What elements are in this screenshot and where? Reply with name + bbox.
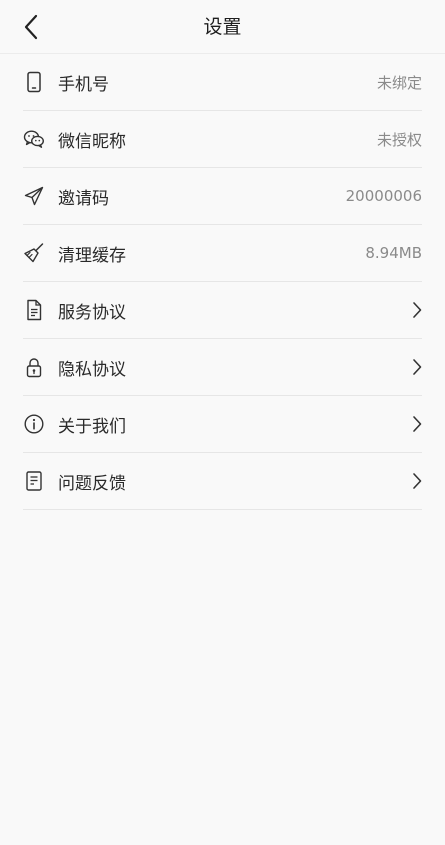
settings-item-about-us[interactable]: 关于我们 — [23, 396, 422, 453]
broom-icon — [23, 242, 45, 264]
phone-value: 未绑定 — [376, 73, 422, 92]
settings-item-clear-cache[interactable]: 清理缓存 8.94MB — [23, 225, 422, 282]
settings-item-wechat[interactable]: 微信昵称 未授权 — [23, 111, 422, 168]
chevron-right-icon — [406, 300, 422, 320]
settings-item-label: 邀请码 — [58, 188, 109, 209]
chevron-right-icon — [406, 471, 422, 491]
wechat-value: 未授权 — [376, 130, 422, 149]
back-button[interactable] — [14, 8, 48, 46]
settings-item-label: 手机号 — [58, 74, 109, 95]
settings-item-label: 问题反馈 — [58, 473, 126, 494]
settings-item-phone[interactable]: 手机号 未绑定 — [23, 54, 422, 111]
settings-item-service-agreement[interactable]: 服务协议 — [23, 282, 422, 339]
settings-item-feedback[interactable]: 问题反馈 — [23, 453, 422, 510]
chevron-right-icon — [406, 357, 422, 377]
settings-item-label: 清理缓存 — [58, 245, 126, 266]
settings-item-invite-code[interactable]: 邀请码 20000006 — [23, 168, 422, 225]
paper-plane-icon — [23, 185, 45, 207]
feedback-icon — [23, 470, 45, 492]
settings-item-label: 服务协议 — [58, 302, 126, 323]
nav-bar: 设置 — [0, 0, 445, 54]
back-arrow-icon — [23, 14, 39, 40]
cache-size-value: 8.94MB — [365, 244, 422, 262]
invite-code-value: 20000006 — [345, 187, 422, 205]
settings-item-label: 微信昵称 — [58, 131, 126, 152]
settings-list: 手机号 未绑定 微信昵称 未授权 邀请码 20000006 清理缓存 8.94M… — [23, 54, 422, 510]
chevron-right-icon — [406, 414, 422, 434]
lock-icon — [23, 356, 45, 378]
settings-item-label: 关于我们 — [58, 416, 126, 437]
settings-item-label: 隐私协议 — [58, 359, 126, 380]
settings-item-privacy-agreement[interactable]: 隐私协议 — [23, 339, 422, 396]
document-icon — [23, 299, 45, 321]
wechat-icon — [23, 128, 45, 150]
phone-icon — [23, 71, 45, 93]
page-title: 设置 — [203, 16, 242, 38]
settings-page: 设置 手机号 未绑定 微信昵称 未授权 邀请码 20000006 清理缓存 8.… — [0, 0, 445, 845]
info-icon — [23, 413, 45, 435]
